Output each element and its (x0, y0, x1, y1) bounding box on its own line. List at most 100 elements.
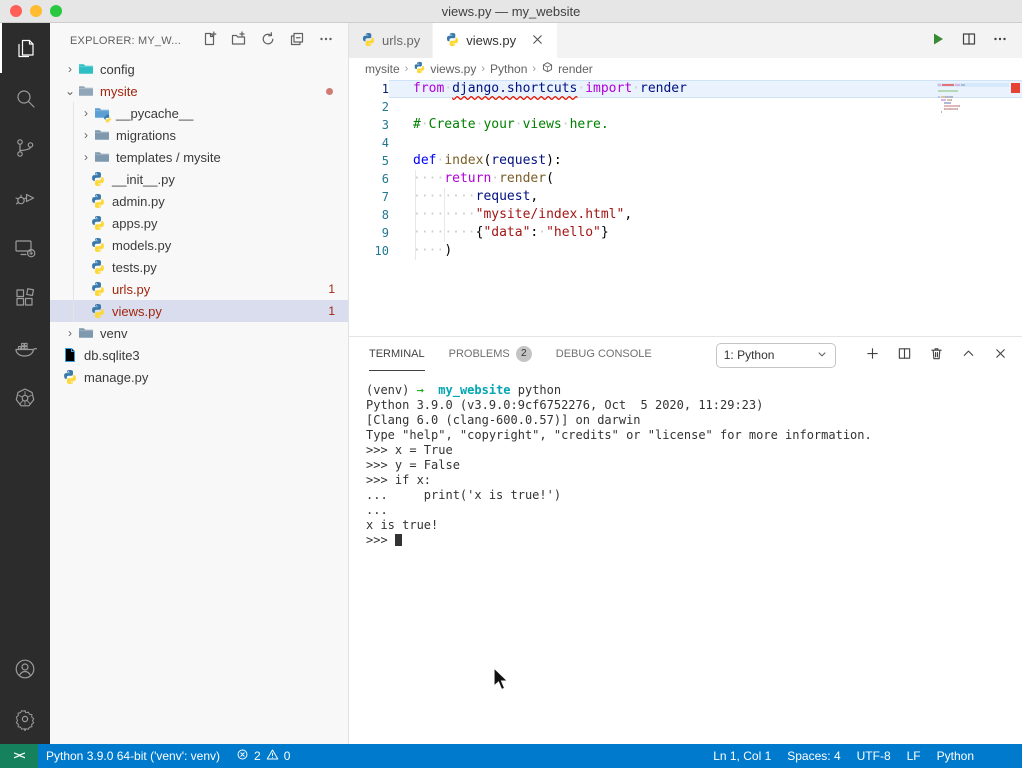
breadcrumb-item-mysite[interactable]: mysite (365, 62, 400, 76)
tree-item-urls-py[interactable]: urls.py1 (50, 278, 348, 300)
activity-extensions[interactable] (0, 273, 50, 323)
panel-actions (865, 346, 1008, 364)
python-interpreter[interactable]: Python 3.9.0 64-bit ('venv': venv) (38, 744, 228, 768)
zoom-window-button[interactable] (50, 5, 62, 17)
breadcrumb-item-views-py[interactable]: views.py (413, 61, 476, 77)
code-line-1: 1from·django.shortcuts·import·render (349, 80, 1022, 98)
tab-views-py[interactable]: views.py (433, 23, 558, 58)
new-file-icon[interactable] (202, 31, 218, 50)
tree-item-templates-mysite[interactable]: › templates / mysite (50, 146, 348, 168)
minimap-line (938, 99, 1008, 101)
code-line-5: 5def·index(request): (349, 152, 1022, 170)
chevron-right-icon: › (78, 102, 94, 124)
remote-indicator[interactable]: >< (0, 744, 38, 768)
close-tab-icon[interactable] (530, 32, 545, 50)
activity-search[interactable] (0, 73, 50, 123)
new-terminal-icon[interactable] (865, 346, 880, 364)
eol-sequence[interactable]: LF (899, 744, 929, 768)
indentation[interactable]: Spaces: 4 (779, 744, 848, 768)
more-actions-icon[interactable] (318, 31, 334, 50)
tree-item-venv[interactable]: ›venv (50, 322, 348, 344)
minimap-segment (944, 105, 959, 107)
activity-settings[interactable] (0, 694, 50, 744)
split-terminal-icon[interactable] (897, 346, 912, 364)
tree-item-admin-py[interactable]: admin.py (50, 190, 348, 212)
notifications-bell[interactable] (998, 744, 1014, 768)
tree-item-models-py[interactable]: models.py (50, 234, 348, 256)
editor-tabs: urls.pyviews.py (349, 23, 558, 58)
activity-account[interactable] (0, 644, 50, 694)
close-panel-icon[interactable] (993, 346, 1008, 364)
panel-header: TERMINAL PROBLEMS2 DEBUG CONSOLE 1: Python (349, 337, 1022, 373)
new-folder-icon[interactable] (231, 31, 247, 50)
tree-item-pycache[interactable]: ›__pycache__ (50, 102, 348, 124)
code-line-2: 2 (349, 98, 1022, 116)
activity-explorer[interactable] (0, 23, 50, 73)
panel-tab-problems[interactable]: PROBLEMS2 (449, 337, 532, 371)
tree-item-db-sqlite3[interactable]: db.sqlite3 (50, 344, 348, 366)
symbol-box-icon (541, 61, 554, 77)
error-icon (236, 748, 249, 764)
activity-docker[interactable] (0, 323, 50, 373)
activity-run-debug[interactable] (0, 173, 50, 223)
tree-item-apps-py[interactable]: apps.py (50, 212, 348, 234)
code-text: #·Create·your·views·here. (389, 116, 609, 134)
tree-item-views-py[interactable]: views.py1 (50, 300, 348, 322)
tree-item-config[interactable]: ›config (50, 58, 348, 80)
python-icon (62, 369, 78, 385)
code-editor[interactable]: 1from·django.shortcuts·import·render23#·… (349, 80, 1022, 337)
maximize-panel-icon[interactable] (961, 346, 976, 364)
run-python-file-icon[interactable] (930, 31, 946, 50)
terminal-picker-dropdown[interactable]: 1: Python (716, 343, 836, 368)
tab-urls-py[interactable]: urls.py (349, 23, 433, 58)
line-number: 8 (349, 206, 389, 224)
breadcrumb-item-python[interactable]: Python (490, 62, 527, 76)
terminal-picker-value: 1: Python (724, 348, 775, 362)
tree-item-manage-py[interactable]: manage.py (50, 366, 348, 388)
chevron-right-icon: › (78, 146, 94, 168)
terminal-output[interactable]: (venv) → my_website pythonPython 3.9.0 (… (349, 373, 1022, 744)
refresh-explorer-icon[interactable] (260, 31, 276, 50)
explorer-header: EXPLORER: MY_W... (50, 23, 348, 58)
problems-count-badge: 1 (328, 304, 335, 318)
code-text: ········"mysite/index.html", (389, 206, 632, 224)
folder-python-icon (94, 105, 110, 121)
panel-tab-terminal[interactable]: TERMINAL (369, 337, 425, 371)
breadcrumb-item-render[interactable]: render (541, 61, 593, 77)
minimize-window-button[interactable] (30, 5, 42, 17)
panel-tab-label: TERMINAL (369, 348, 425, 360)
minimap[interactable] (938, 84, 1008, 114)
split-editor-icon[interactable] (961, 31, 977, 50)
tree-item-migrations[interactable]: ›migrations (50, 124, 348, 146)
language-mode[interactable]: Python (929, 744, 982, 768)
activity-remote-explorer[interactable] (0, 223, 50, 273)
code-text: from·django.shortcuts·import·render (389, 80, 687, 98)
panel-tab-debug-console[interactable]: DEBUG CONSOLE (556, 337, 652, 371)
python-icon (103, 114, 112, 123)
activity-source-control[interactable] (0, 123, 50, 173)
explorer-actions (202, 31, 334, 50)
line-number: 6 (349, 170, 389, 188)
breadcrumb-separator: › (481, 63, 485, 75)
window-controls (10, 5, 62, 17)
kill-terminal-icon[interactable] (929, 346, 944, 364)
collapse-folders-icon[interactable] (289, 31, 305, 50)
tree-item-init-py[interactable]: __init__.py (50, 168, 348, 190)
problems-status[interactable]: 20 (228, 744, 298, 768)
cursor-position[interactable]: Ln 1, Col 1 (705, 744, 779, 768)
close-window-button[interactable] (10, 5, 22, 17)
tree-item-label: templates / mysite (116, 150, 221, 165)
terminal-text: Type "help", "copyright", "credits" or "… (366, 428, 872, 442)
feedback-smiley[interactable] (982, 744, 998, 768)
minimap-segment (959, 105, 960, 107)
activity-kubernetes[interactable] (0, 373, 50, 423)
tree-item-mysite[interactable]: ⌄mysite (50, 80, 348, 102)
minimap-segment (942, 84, 954, 86)
code-line-8: 8········"mysite/index.html", (349, 206, 1022, 224)
more-editor-actions-icon[interactable] (992, 31, 1008, 50)
encoding[interactable]: UTF-8 (849, 744, 899, 768)
minimap-line (938, 111, 1008, 113)
tree-item-tests-py[interactable]: tests.py (50, 256, 348, 278)
python-icon (445, 32, 460, 50)
breadcrumb-separator: › (405, 63, 409, 75)
